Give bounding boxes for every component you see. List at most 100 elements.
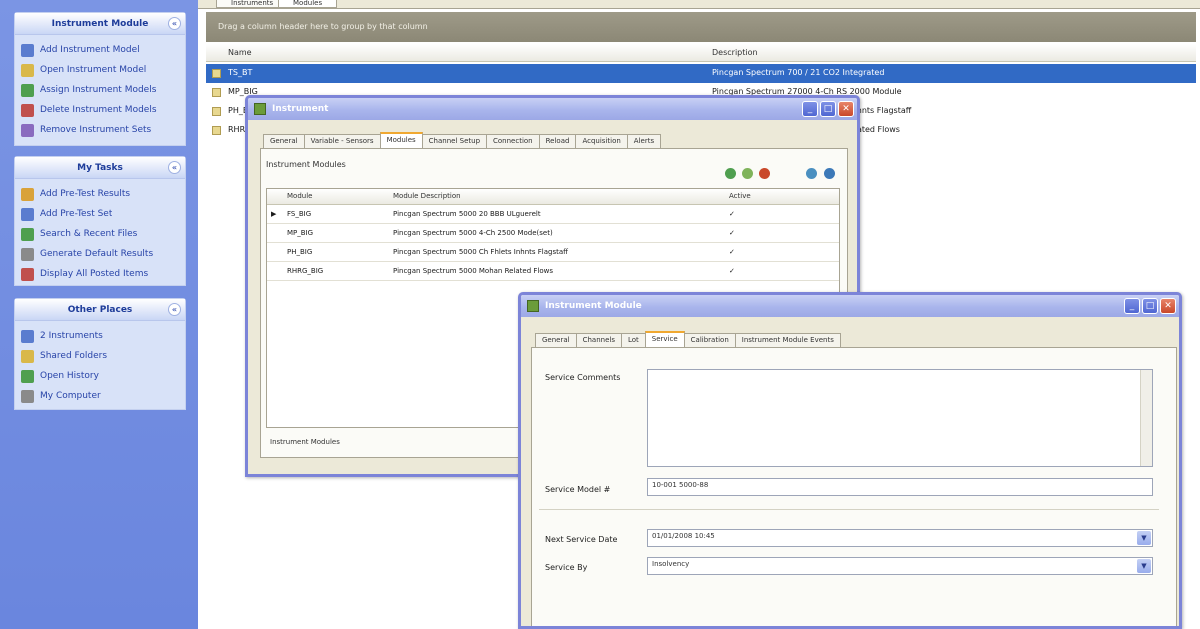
task-generate-default-results[interactable]: Generate Default Results xyxy=(21,244,179,264)
tab-reload[interactable]: Reload xyxy=(538,134,577,148)
tab-variable-sensors[interactable]: Variable - Sensors xyxy=(303,134,381,148)
maximize-icon[interactable]: □ xyxy=(820,101,836,117)
tab-service[interactable]: Service xyxy=(644,331,685,347)
remove-icon xyxy=(21,123,34,137)
tab-channel-setup[interactable]: Channel Setup xyxy=(421,134,488,148)
column-header-name[interactable]: Name xyxy=(228,48,252,57)
assign-icon xyxy=(21,83,34,97)
task-search-recent-files[interactable]: Search & Recent Files xyxy=(21,224,179,244)
tab-modules[interactable]: Modules xyxy=(379,132,423,148)
place-instruments[interactable]: 2 Instruments xyxy=(21,326,179,346)
dialog-titlebar[interactable]: Instrument Module _ □ ✕ xyxy=(521,295,1179,317)
instrument-add-icon xyxy=(21,43,34,57)
service-by-label: Service By xyxy=(545,563,588,572)
info-icon[interactable] xyxy=(824,168,835,179)
history-icon xyxy=(21,369,34,383)
list-item[interactable]: RHRG_BIG Pincgan Spectrum 5000 Mohan Rel… xyxy=(267,262,839,281)
app-icon xyxy=(254,103,266,115)
active-checkbox[interactable]: ✓ xyxy=(729,210,735,218)
maximize-icon[interactable]: □ xyxy=(1142,298,1158,314)
instrument-module-dialog: Instrument Module _ □ ✕ General Channels… xyxy=(518,292,1182,629)
panel-title: Instrument Module xyxy=(51,18,149,29)
column-header-description[interactable]: Description xyxy=(712,48,758,57)
tab-lot[interactable]: Lot xyxy=(620,333,646,347)
minimize-icon[interactable]: _ xyxy=(1124,298,1140,314)
active-checkbox[interactable]: ✓ xyxy=(729,248,735,256)
column-header-module[interactable]: Module xyxy=(287,192,312,200)
panel-header[interactable]: Other Places « xyxy=(15,299,185,321)
task-assign-instrument-models[interactable]: Assign Instrument Models xyxy=(21,80,179,100)
next-service-date-label: Next Service Date xyxy=(545,535,618,544)
close-icon[interactable]: ✕ xyxy=(838,101,854,117)
dialog-titlebar[interactable]: Instrument _ □ ✕ xyxy=(248,98,857,120)
add-icon[interactable] xyxy=(725,168,736,179)
vertical-scrollbar[interactable] xyxy=(1140,370,1152,466)
delete-icon[interactable] xyxy=(759,168,770,179)
minimize-icon[interactable]: _ xyxy=(802,101,818,117)
test-set-icon xyxy=(21,207,34,221)
tab-module-events[interactable]: Instrument Module Events xyxy=(734,333,841,347)
task-display-posted-items[interactable]: Display All Posted Items xyxy=(21,264,179,284)
service-comments-field[interactable] xyxy=(647,369,1153,467)
pretest-icon xyxy=(21,187,34,201)
dialog-title: Instrument Module xyxy=(545,301,642,311)
list-item[interactable]: MP_BIG Pincgan Spectrum 5000 4-Ch 2500 M… xyxy=(267,224,839,243)
close-icon[interactable]: ✕ xyxy=(1160,298,1176,314)
generate-icon xyxy=(21,247,34,261)
task-delete-instrument-models[interactable]: Delete Instrument Models xyxy=(21,100,179,120)
service-model-field[interactable]: 10-001 5000-88 xyxy=(647,478,1153,496)
search-icon xyxy=(21,227,34,241)
task-add-instrument-model[interactable]: Add Instrument Model xyxy=(21,40,179,60)
help-icon[interactable] xyxy=(806,168,817,179)
tab-calibration[interactable]: Calibration xyxy=(683,333,736,347)
panel-other-places: Other Places « 2 Instruments Shared Fold… xyxy=(14,298,186,410)
place-my-computer[interactable]: My Computer xyxy=(21,386,179,406)
collapse-icon[interactable]: « xyxy=(168,161,181,174)
edit-icon[interactable] xyxy=(742,168,753,179)
active-checkbox[interactable]: ✓ xyxy=(729,267,735,275)
display-icon xyxy=(21,267,34,281)
task-open-instrument-model[interactable]: Open Instrument Model xyxy=(21,60,179,80)
instruments-icon xyxy=(21,329,34,343)
tab-general[interactable]: General xyxy=(535,333,577,347)
task-add-pretest-set[interactable]: Add Pre-Test Set xyxy=(21,204,179,224)
panel-header[interactable]: Instrument Module « xyxy=(15,13,185,35)
task-pane: Instrument Module « Add Instrument Model… xyxy=(0,0,198,629)
tab-modules[interactable]: Modules xyxy=(278,0,338,8)
service-comments-label: Service Comments xyxy=(545,373,621,382)
chevron-down-icon[interactable]: ▼ xyxy=(1137,531,1151,545)
place-open-history[interactable]: Open History xyxy=(21,366,179,386)
column-header-module-description[interactable]: Module Description xyxy=(393,192,461,200)
next-service-date-picker[interactable]: 01/01/2008 10:45 ▼ xyxy=(647,529,1153,547)
panel-title: My Tasks xyxy=(77,162,123,173)
task-add-pretest-results[interactable]: Add Pre-Test Results xyxy=(21,184,179,204)
panel-title: Other Places xyxy=(67,304,133,315)
tab-acquisition[interactable]: Acquisition xyxy=(575,134,628,148)
tab-general[interactable]: General xyxy=(263,134,305,148)
table-row[interactable]: TS_BT Pincgan Spectrum 700 / 21 CO2 Inte… xyxy=(206,64,1196,83)
tab-channels[interactable]: Channels xyxy=(575,333,622,347)
collapse-icon[interactable]: « xyxy=(168,17,181,30)
divider xyxy=(539,509,1159,510)
dialog-tabs: General Variable - Sensors Modules Chann… xyxy=(263,132,662,148)
collapse-icon[interactable]: « xyxy=(168,303,181,316)
app-icon xyxy=(527,300,539,312)
column-header-active[interactable]: Active xyxy=(729,192,751,200)
list-item[interactable]: PH_BIG Pincgan Spectrum 5000 Ch Fhlets I… xyxy=(267,243,839,262)
delete-icon xyxy=(21,103,34,117)
panel-my-tasks: My Tasks « Add Pre-Test Results Add Pre-… xyxy=(14,156,186,286)
list-item[interactable]: ▶ FS_BIG Pincgan Spectrum 5000 20 BBB UL… xyxy=(267,205,839,224)
task-remove-instrument-sets[interactable]: Remove Instrument Sets xyxy=(21,120,179,140)
place-shared-folders[interactable]: Shared Folders xyxy=(21,346,179,366)
service-by-select[interactable]: Insolvency ▼ xyxy=(647,557,1153,575)
active-checkbox[interactable]: ✓ xyxy=(729,229,735,237)
chevron-down-icon[interactable]: ▼ xyxy=(1137,559,1151,573)
panel-header[interactable]: My Tasks « xyxy=(15,157,185,179)
record-icon xyxy=(212,88,221,97)
record-icon xyxy=(212,69,221,78)
grid-header: Name Description xyxy=(206,44,1196,62)
group-by-bar[interactable]: Drag a column header here to group by th… xyxy=(206,12,1196,42)
record-icon xyxy=(212,107,221,116)
tab-connection[interactable]: Connection xyxy=(486,134,540,148)
tab-alerts[interactable]: Alerts xyxy=(626,134,662,148)
